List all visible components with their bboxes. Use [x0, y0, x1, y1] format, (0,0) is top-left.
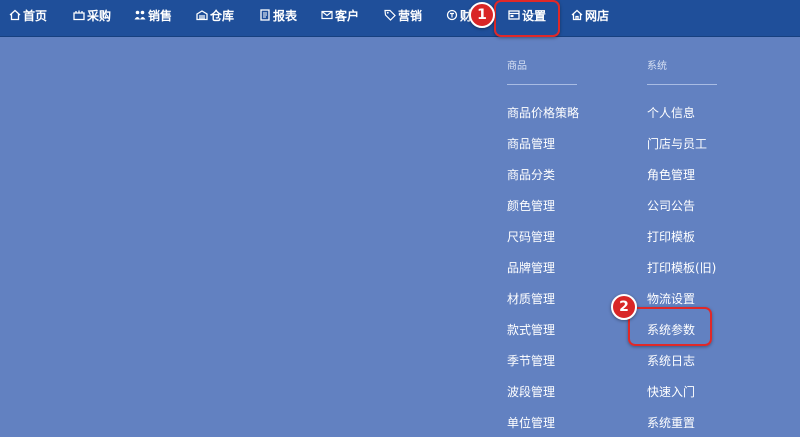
menu-item-price-strategy[interactable]: 商品价格策略 [507, 104, 579, 121]
top-nav-bar: 首页 采购 销售 仓库 报表 客户 营销 财 设置 网店 [0, 0, 800, 37]
marketing-icon [383, 9, 396, 22]
nav-report[interactable]: 报表 [258, 0, 297, 30]
nav-purchase[interactable]: 采购 [72, 0, 111, 30]
sales-icon [133, 9, 146, 22]
nav-marketing[interactable]: 营销 [383, 0, 422, 30]
menu-item-season-manage[interactable]: 季节管理 [507, 352, 555, 369]
nav-warehouse-label: 仓库 [210, 8, 235, 23]
menu-item-logistics-settings[interactable]: 物流设置 [647, 290, 695, 307]
nav-customer-label: 客户 [335, 8, 360, 23]
nav-finance[interactable]: 财 [445, 0, 472, 30]
nav-shop-label: 网店 [585, 8, 610, 23]
menu-item-role-manage[interactable]: 角色管理 [647, 166, 695, 183]
nav-sales[interactable]: 销售 [133, 0, 172, 30]
settings-highlight-box [494, 0, 560, 37]
menu-item-style-manage[interactable]: 款式管理 [507, 321, 555, 338]
goods-header-divider [507, 84, 577, 85]
menu-item-company-notice[interactable]: 公司公告 [647, 197, 695, 214]
nav-marketing-label: 营销 [398, 8, 423, 23]
menu-item-stores-staff[interactable]: 门店与员工 [647, 135, 707, 152]
nav-purchase-label: 采购 [87, 8, 112, 23]
nav-report-label: 报表 [273, 8, 298, 23]
menu-item-material-manage[interactable]: 材质管理 [507, 290, 555, 307]
menu-item-size-manage[interactable]: 尺码管理 [507, 228, 555, 245]
report-icon [258, 9, 271, 22]
system-params-highlight-box [628, 307, 712, 346]
finance-icon [445, 9, 458, 22]
menu-item-system-log[interactable]: 系统日志 [647, 352, 695, 369]
nav-sales-label: 销售 [148, 8, 173, 23]
menu-item-goods-category[interactable]: 商品分类 [507, 166, 555, 183]
menu-item-brand-manage[interactable]: 品牌管理 [507, 259, 555, 276]
home-icon [8, 9, 21, 22]
nav-shop[interactable]: 网店 [570, 0, 609, 30]
system-header-divider [647, 84, 717, 85]
system-column-header: 系统 [647, 61, 667, 72]
nav-home-label: 首页 [23, 8, 48, 23]
warehouse-icon [195, 9, 208, 22]
menu-item-unit-manage[interactable]: 单位管理 [507, 414, 555, 431]
menu-item-wave-manage[interactable]: 波段管理 [507, 383, 555, 400]
shop-icon [570, 9, 583, 22]
step-2-badge: 2 [611, 294, 637, 320]
purchase-icon [72, 9, 85, 22]
customer-icon [320, 9, 333, 22]
goods-column-header: 商品 [507, 61, 527, 72]
nav-customer[interactable]: 客户 [320, 0, 359, 30]
menu-item-personal-info[interactable]: 个人信息 [647, 104, 695, 121]
nav-home[interactable]: 首页 [8, 0, 47, 30]
menu-item-color-manage[interactable]: 颜色管理 [507, 197, 555, 214]
menu-item-quick-start[interactable]: 快速入门 [647, 383, 695, 400]
menu-item-print-template[interactable]: 打印模板 [647, 228, 695, 245]
menu-item-goods-manage[interactable]: 商品管理 [507, 135, 555, 152]
menu-item-print-template-old[interactable]: 打印模板(旧) [647, 259, 716, 276]
menu-item-system-reset[interactable]: 系统重置 [647, 414, 695, 431]
step-1-badge: 1 [469, 2, 495, 28]
nav-warehouse[interactable]: 仓库 [195, 0, 234, 30]
